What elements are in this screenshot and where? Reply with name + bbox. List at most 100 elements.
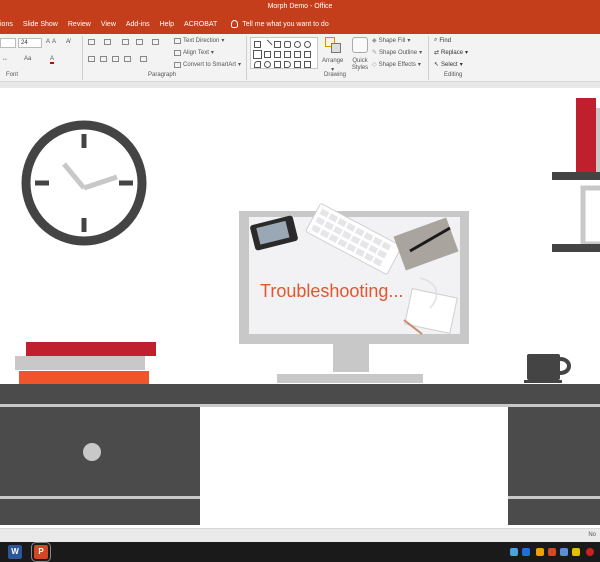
grow-font-button[interactable]: AA (46, 39, 56, 45)
quick-styles-icon (352, 37, 368, 53)
text-direction-button[interactable]: Text Direction ▾ (174, 37, 224, 44)
shape-outline-label: Shape Outline (379, 49, 418, 56)
clear-format-button[interactable]: A̸ (66, 39, 70, 45)
antivirus-icon[interactable] (586, 548, 594, 556)
replace-icon: ⇄ (434, 50, 440, 56)
quick-styles-label: Quick Styles (351, 58, 369, 71)
shape-textbox-icon[interactable] (254, 41, 261, 48)
font-size-box[interactable]: 24 (18, 38, 42, 48)
shape-line-icon[interactable] (262, 39, 273, 50)
ribbon: 24 AA A̸ ↔ Aa A Font Text Direction ▾ Ali… (0, 34, 600, 82)
font-name-box[interactable] (0, 38, 16, 48)
tray-ppt-icon[interactable] (548, 548, 556, 556)
shape-triangle-icon[interactable] (253, 50, 262, 59)
tab-add-ins[interactable]: Add-ins (126, 21, 160, 28)
increase-indent-button[interactable] (136, 39, 143, 45)
tell-me-text: Tell me what you want to do (242, 20, 329, 28)
replace-button[interactable]: ⇄ Replace ▾ (434, 49, 468, 57)
window-title: Morph Demo - Office (267, 3, 333, 10)
shape-fill-button[interactable]: ◆ Shape Fill ▾ (372, 37, 410, 45)
clock-icon[interactable] (21, 120, 147, 246)
shape-connector-icon[interactable] (274, 51, 281, 58)
tray-app-icon[interactable] (536, 548, 544, 556)
align-right-button[interactable] (112, 56, 119, 62)
coffee-cup-icon[interactable] (524, 354, 571, 383)
line-spacing-button[interactable] (152, 39, 159, 45)
numbering-button[interactable] (104, 39, 111, 45)
arrange-icon (324, 37, 341, 53)
taskbar: W P (0, 542, 600, 562)
shape-elbow-icon[interactable] (264, 51, 271, 58)
editing-group-label: Editing (444, 72, 463, 78)
font-group-label: Font (6, 72, 19, 78)
shape-callout-icon[interactable] (304, 51, 311, 58)
tell-me-box[interactable]: Tell me what you want to do (231, 20, 329, 28)
shape-arrow-down-icon[interactable] (284, 51, 291, 58)
shape-circle-icon[interactable] (304, 41, 311, 48)
book-stack[interactable] (15, 342, 156, 385)
spacing-button[interactable]: ↔ (2, 56, 8, 62)
select-button[interactable]: ↖ Select ▾ (434, 61, 463, 69)
network-icon[interactable] (560, 548, 568, 556)
decrease-indent-button[interactable] (122, 39, 129, 45)
align-left-button[interactable] (88, 56, 95, 62)
desk[interactable] (0, 384, 600, 525)
tab-acrobat[interactable]: ACROBAT (184, 21, 227, 28)
status-bar: No (0, 528, 600, 542)
monitor-text[interactable]: Troubleshooting... (260, 281, 403, 301)
shapes-gallery[interactable] (250, 37, 318, 69)
shape-arc-icon[interactable] (264, 61, 271, 68)
find-label: Find (439, 37, 452, 44)
dropbox-icon[interactable] (522, 548, 530, 556)
title-bar: Morph Demo - Office (0, 0, 600, 14)
notes-button[interactable]: No (588, 532, 596, 538)
word-app-icon[interactable]: W (8, 545, 22, 559)
text-direction-label: Text Direction (183, 37, 220, 44)
shape-star-icon[interactable] (294, 61, 301, 68)
shape-oval-icon[interactable] (294, 41, 301, 48)
shelf[interactable] (552, 98, 600, 252)
ribbon-tabs: ions Slide Show Review View Add-ins Help… (0, 14, 600, 34)
shape-heart-icon[interactable] (304, 61, 311, 68)
font-color-button[interactable]: A (50, 56, 55, 64)
paragraph-group-label: Paragraph (148, 72, 177, 78)
divider (82, 36, 83, 80)
shape-arrow-right-icon[interactable] (294, 51, 301, 58)
divider (246, 36, 247, 80)
arrange-button[interactable]: Arrange ▾ (322, 37, 343, 73)
shape-rect-icon[interactable] (274, 41, 281, 48)
tab-slide-show[interactable]: Slide Show (23, 21, 68, 28)
drawer-knob (83, 443, 101, 461)
shape-effects-button[interactable]: ◇ Shape Effects ▾ (372, 61, 421, 69)
change-case-button[interactable]: Aa (24, 56, 31, 62)
text-direction-icon (174, 37, 181, 44)
tab-animations[interactable]: ions (0, 21, 23, 28)
find-button[interactable]: ⌕ Find (434, 37, 451, 44)
shape-wave-icon[interactable] (274, 61, 281, 68)
shape-curve-icon[interactable] (254, 61, 261, 68)
lightbulb-icon (231, 20, 239, 28)
shape-outline-button[interactable]: ✎ Shape Outline ▾ (372, 49, 422, 57)
shape-rounded-rect-icon[interactable] (284, 41, 291, 48)
columns-button[interactable] (140, 56, 147, 62)
align-center-button[interactable] (100, 56, 107, 62)
monitor-stand-neck (333, 344, 369, 372)
slide-canvas[interactable]: Troubleshooting... (0, 88, 600, 528)
shape-brace-icon[interactable] (284, 61, 291, 68)
shield-icon[interactable] (572, 548, 580, 556)
bullets-button[interactable] (88, 39, 95, 45)
cloud-icon[interactable] (510, 548, 518, 556)
shape-fill-label: Shape Fill (378, 37, 406, 44)
replace-label: Replace (441, 49, 464, 56)
monitor[interactable]: Troubleshooting... (239, 203, 469, 383)
tab-view[interactable]: View (101, 21, 126, 28)
justify-button[interactable] (124, 56, 131, 62)
convert-smartart-button[interactable]: Convert to SmartArt ▾ (174, 61, 241, 68)
tab-help[interactable]: Help (160, 21, 184, 28)
powerpoint-app-icon[interactable]: P (31, 542, 51, 562)
align-text-button[interactable]: Align Text ▾ (174, 49, 214, 56)
align-text-label: Align Text (183, 49, 209, 56)
tab-review[interactable]: Review (68, 21, 101, 28)
quick-styles-button[interactable]: Quick Styles (349, 37, 371, 72)
powerpoint-window: Morph Demo - Office ions Slide Show Revi… (0, 0, 600, 562)
